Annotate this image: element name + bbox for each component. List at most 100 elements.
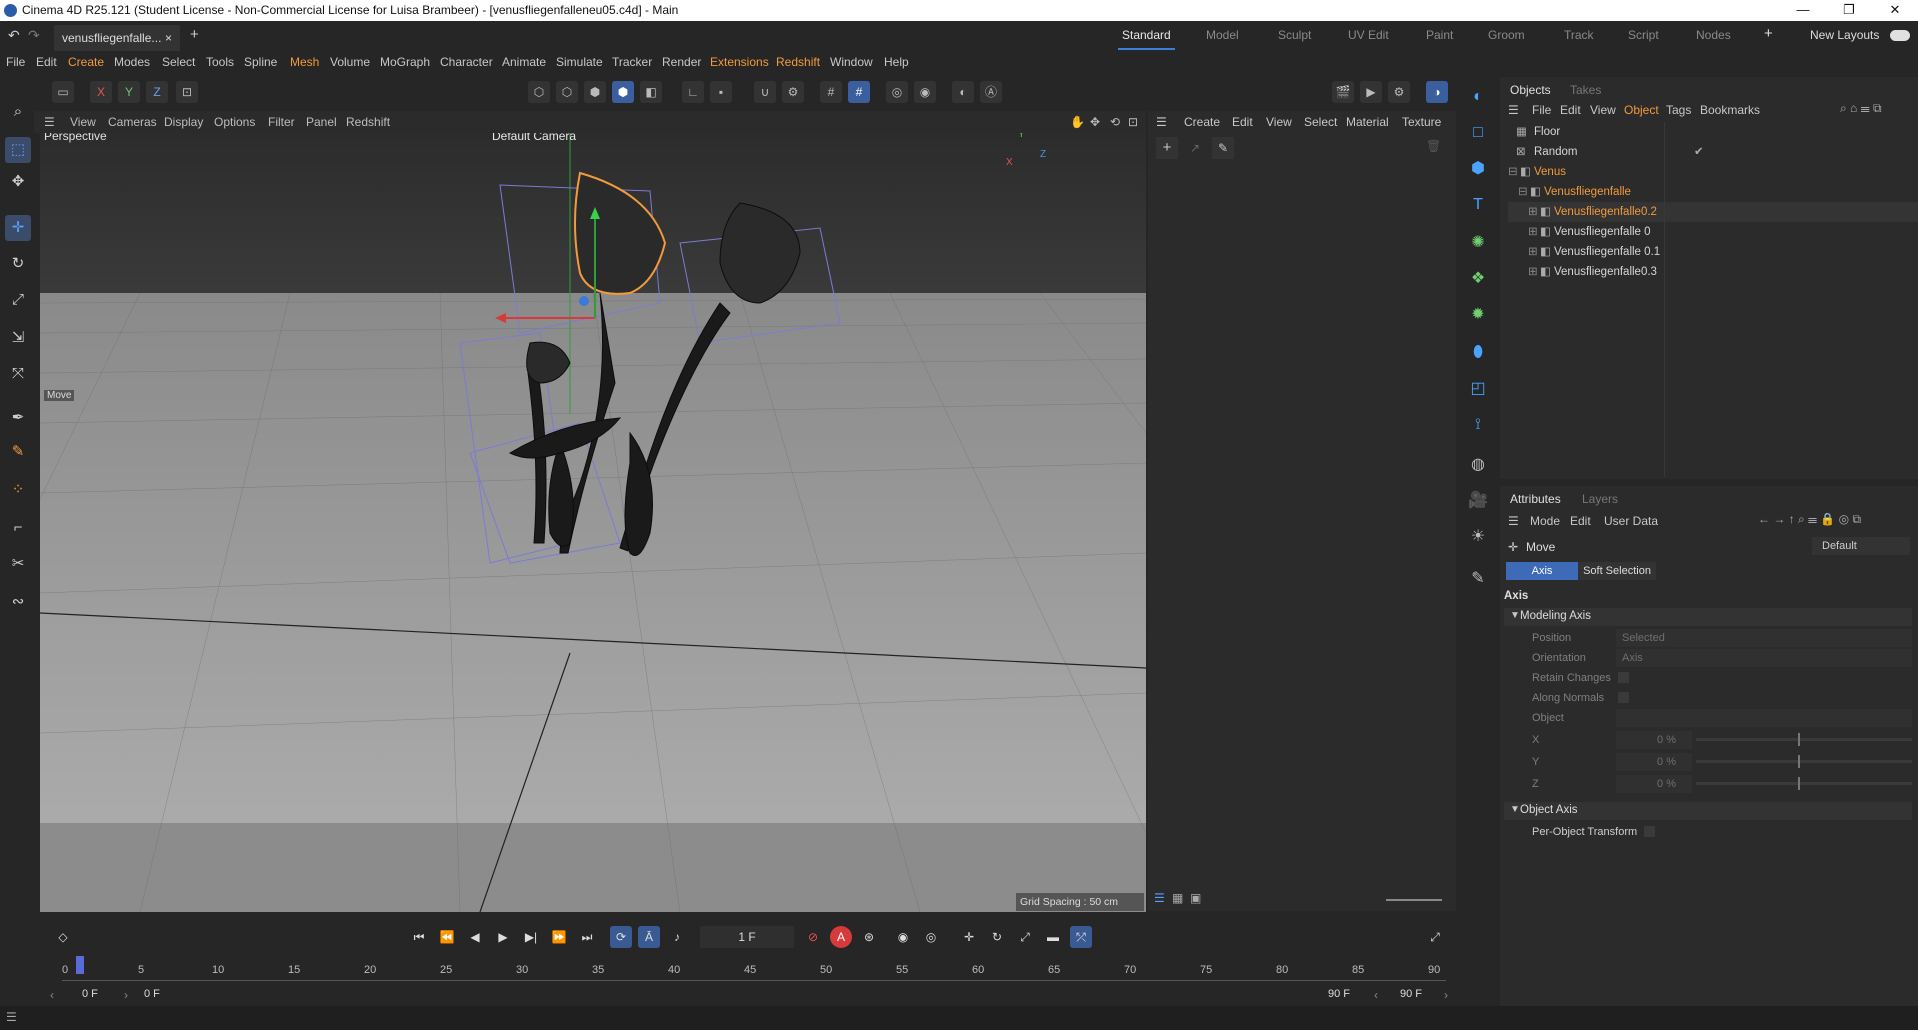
y-percent-field[interactable]: 0 % <box>1616 753 1692 771</box>
range-left-icon[interactable]: ‹ <box>50 988 54 1002</box>
object-row-venusfliegenfalle0-3[interactable]: ⊞ ◧ Venusfliegenfalle0.3 <box>1508 262 1918 282</box>
menu-spline[interactable]: Spline <box>244 55 277 69</box>
attributes-menu-icon[interactable]: ☰ <box>1508 514 1519 528</box>
environment-icon[interactable]: ◍ <box>1464 451 1492 479</box>
lock-y-button[interactable]: Y <box>118 81 140 103</box>
minimize-button[interactable]: — <box>1780 0 1826 21</box>
start-frame-field[interactable]: 0 F <box>82 988 98 1000</box>
coordinate-system-icon[interactable]: ⊡ <box>176 81 198 103</box>
workplane-icon[interactable]: # <box>848 81 870 103</box>
material-menu-material[interactable]: Material <box>1346 115 1389 129</box>
viewport-solo-icon[interactable]: ◐ <box>952 81 974 103</box>
menu-file[interactable]: File <box>6 55 25 69</box>
document-tab[interactable]: venusfliegenfalle... × <box>54 25 180 51</box>
along-normals-checkbox[interactable] <box>1618 692 1629 703</box>
subtab-soft-selection[interactable]: Soft Selection <box>1578 562 1656 580</box>
model-mode-icon[interactable]: ▭ <box>52 81 74 103</box>
layout-script[interactable]: Script <box>1628 28 1659 42</box>
dolly-icon[interactable]: ✥ <box>1090 115 1100 129</box>
soft-selection-icon[interactable]: ◎ <box>886 81 908 103</box>
go-to-end-icon[interactable]: ⏭ <box>576 926 598 948</box>
paint-select-icon[interactable]: ⁘ <box>5 477 31 503</box>
expand-icon[interactable]: ⊞ <box>1528 242 1538 262</box>
viewport-menu-filter[interactable]: Filter <box>268 115 295 129</box>
object-row-venusfliegenfalle-0-1[interactable]: ⊞ ◧ Venusfliegenfalle 0.1 <box>1508 242 1918 262</box>
null-object-icon[interactable]: □ <box>1464 119 1492 147</box>
viewport-menu-options[interactable]: Options <box>214 115 255 129</box>
object-row-venusfliegenfalle-0[interactable]: ⊞ ◧ Venusfliegenfalle 0 <box>1508 222 1918 242</box>
layout-groom[interactable]: Groom <box>1488 28 1525 42</box>
attributes-menu-user-data[interactable]: User Data <box>1604 514 1658 528</box>
param-key-icon[interactable]: ▬ <box>1042 926 1064 948</box>
orbit-icon[interactable]: ⟲ <box>1110 115 1120 129</box>
axis-mode-icon[interactable]: ∟ <box>682 81 704 103</box>
rotate-tool-icon[interactable]: ↻ <box>5 251 31 277</box>
layout-paint[interactable]: Paint <box>1426 28 1453 42</box>
orientation-dropdown[interactable]: Axis <box>1616 649 1912 667</box>
sketch-icon[interactable]: ✎ <box>5 439 31 465</box>
edges-mode-icon[interactable]: ⬡ <box>556 81 578 103</box>
end-frame-field[interactable]: 90 F <box>1400 988 1422 1000</box>
menu-animate[interactable]: Animate <box>502 55 546 69</box>
collapse-icon[interactable]: ⊟ <box>1508 162 1518 182</box>
previous-key-icon[interactable]: ⏪ <box>436 926 458 948</box>
close-window-button[interactable]: ✕ <box>1872 0 1918 21</box>
key-interpolation-icon[interactable]: ◉ <box>892 926 914 948</box>
render-view-icon[interactable]: 🎬 <box>1332 81 1354 103</box>
deformer-icon[interactable]: ⬮ <box>1464 339 1492 367</box>
go-to-start-icon[interactable]: ⏮ <box>408 926 430 948</box>
menu-render[interactable]: Render <box>662 55 701 69</box>
polygons-mode-icon[interactable]: ⬢ <box>584 81 606 103</box>
viewport-menu-display[interactable]: Display <box>164 115 203 129</box>
new-layouts-label[interactable]: New Layouts <box>1810 28 1879 42</box>
y-slider[interactable] <box>1696 755 1912 768</box>
menu-edit[interactable]: Edit <box>36 55 57 69</box>
transform-tool-icon[interactable]: ⇲ <box>5 325 31 351</box>
cube-icon[interactable]: ⬢ <box>1464 155 1492 183</box>
sound-icon[interactable]: ♪ <box>666 926 688 948</box>
record-icon[interactable]: ⊘ <box>802 926 824 948</box>
bridge-icon[interactable]: ∾ <box>5 589 31 615</box>
point-level-key-icon[interactable]: ⤱ <box>1070 926 1092 948</box>
key-settings-icon[interactable]: ◎ <box>920 926 942 948</box>
render-picture-viewer-icon[interactable]: ▶ <box>1360 81 1382 103</box>
menu-simulate[interactable]: Simulate <box>556 55 603 69</box>
snap-icon[interactable]: ∪ <box>754 81 776 103</box>
play-icon[interactable]: ▶ <box>492 926 514 948</box>
redo-icon[interactable]: ↷ <box>28 27 40 44</box>
range-end-label[interactable]: 90 F <box>1328 988 1350 1000</box>
timeline-ruler[interactable] <box>62 980 1446 981</box>
menu-character[interactable]: Character <box>440 55 493 69</box>
objects-menu-bookmarks[interactable]: Bookmarks <box>1700 103 1760 117</box>
uv-mode-icon[interactable]: ◧ <box>640 81 662 103</box>
redshift-render-icon[interactable]: ◑ <box>1426 81 1448 103</box>
layout-track[interactable]: Track <box>1564 28 1594 42</box>
end-right-icon[interactable]: › <box>1444 988 1448 1002</box>
tab-objects[interactable]: Objects <box>1510 83 1551 97</box>
position-dropdown[interactable]: Selected <box>1616 629 1912 647</box>
x-slider[interactable] <box>1696 733 1912 746</box>
texture-mode-icon[interactable]: ▪ <box>710 81 732 103</box>
layout-model[interactable]: Model <box>1206 28 1239 42</box>
knife-icon[interactable]: ✂ <box>5 551 31 577</box>
loop-icon[interactable]: ⟳ <box>610 926 632 948</box>
next-frame-icon[interactable]: ▶| <box>520 926 542 948</box>
tab-attributes[interactable]: Attributes <box>1510 492 1561 506</box>
menu-extensions[interactable]: Extensions <box>710 55 769 69</box>
objects-menu-icon[interactable]: ☰ <box>1508 103 1519 117</box>
generator-icon[interactable]: ✺ <box>1464 229 1492 257</box>
range-start-label[interactable]: 0 F <box>144 988 160 1000</box>
symmetry-icon[interactable]: ◉ <box>914 81 936 103</box>
list-view-icon[interactable]: ☰ <box>1154 891 1165 905</box>
object-manager-icon[interactable]: ◐ <box>1464 83 1492 111</box>
object-link-field[interactable] <box>1616 709 1912 727</box>
field-icon[interactable]: ◰ <box>1464 375 1492 403</box>
delete-material-icon[interactable]: 🗑 <box>1426 139 1441 153</box>
new-layouts-toggle[interactable] <box>1890 30 1910 41</box>
layout-standard[interactable]: Standard <box>1118 28 1175 50</box>
menu-tracker[interactable]: Tracker <box>612 55 652 69</box>
material-menu-icon[interactable]: ☰ <box>1156 115 1167 129</box>
range-right-icon[interactable]: › <box>124 988 128 1002</box>
move-tool-icon[interactable]: ✛ <box>5 215 31 241</box>
menu-create[interactable]: Create <box>68 55 104 69</box>
